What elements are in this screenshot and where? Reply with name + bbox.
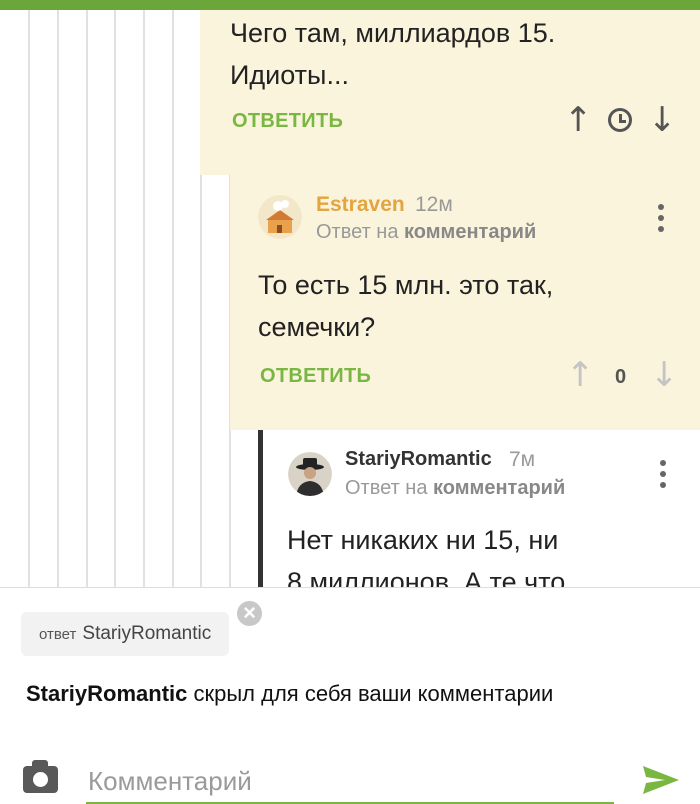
comment-input[interactable] [86, 760, 614, 804]
close-icon[interactable]: × [235, 599, 264, 628]
rating-value: 0 [615, 366, 627, 388]
stariyromantic-avatar-image [288, 452, 332, 496]
reply-button[interactable]: ОТВЕТИТЬ [232, 110, 343, 133]
reply-to-link[interactable]: комментарий [433, 477, 565, 499]
more-vertical-icon[interactable] [660, 460, 666, 493]
comment: Чего там, миллиардов 15. Идиоты... ОТВЕТ… [200, 10, 700, 175]
hidden-notice-text: скрыл для себя ваши комментарии [187, 681, 554, 706]
reply-target-chip[interactable]: ответ StariyRomantic [21, 612, 230, 656]
estraven-avatar-image [258, 195, 302, 239]
comment-composer: ответ StariyRomantic × StariyRomantic ск… [0, 587, 700, 804]
arrow-up-icon[interactable]: ↑ [566, 358, 595, 392]
camera-icon[interactable] [23, 760, 58, 793]
reply-to-line: Ответ на комментарий [316, 221, 536, 244]
hidden-comments-notice: StariyRomantic скрыл для себя ваши комме… [26, 681, 553, 707]
status-bar [0, 0, 700, 10]
reply-button[interactable]: ОТВЕТИТЬ [260, 365, 371, 388]
thread-line[interactable] [57, 10, 59, 587]
arrow-down-icon[interactable]: ↓ [648, 103, 677, 137]
reply-to-line: Ответ на комментарий [345, 477, 565, 500]
comment-time: 12м [415, 193, 453, 216]
comment: StariyRomantic 7м Ответ на комментарий Н… [258, 430, 700, 587]
avatar[interactable] [258, 195, 302, 239]
comment-author[interactable]: StariyRomantic [345, 448, 492, 471]
reply-to-link[interactable]: комментарий [404, 221, 536, 243]
thread-line[interactable] [28, 10, 30, 587]
arrow-down-icon[interactable]: ↓ [650, 358, 679, 392]
hidden-notice-user[interactable]: StariyRomantic [26, 681, 187, 706]
reply-to-prefix: Ответ на [345, 477, 428, 499]
comment-text: Нет никаких ни 15, ни 8 миллионов. А те … [287, 525, 566, 587]
thread-line[interactable] [143, 10, 145, 587]
more-vertical-icon[interactable] [658, 204, 664, 237]
arrow-up-icon[interactable]: ↑ [564, 103, 593, 137]
reply-to-prefix: Ответ на [316, 221, 399, 243]
reply-target-name: StariyRomantic [82, 623, 212, 644]
thread-line[interactable] [172, 10, 174, 587]
avatar[interactable] [288, 452, 332, 496]
comment-text: То есть 15 млн. это так, семечки? [258, 270, 554, 342]
reply-target-prefix: ответ [39, 625, 77, 643]
comment-author[interactable]: Estraven [316, 193, 405, 217]
comment-time: 7м [509, 448, 536, 471]
thread-line[interactable] [86, 10, 88, 587]
send-icon[interactable] [643, 766, 679, 794]
comment-text: Чего там, миллиардов 15. Идиоты... [230, 18, 556, 90]
comment: Estraven 12м Ответ на комментарий То ест… [230, 175, 700, 430]
clock-icon[interactable] [608, 108, 632, 132]
thread-line[interactable] [114, 10, 116, 587]
